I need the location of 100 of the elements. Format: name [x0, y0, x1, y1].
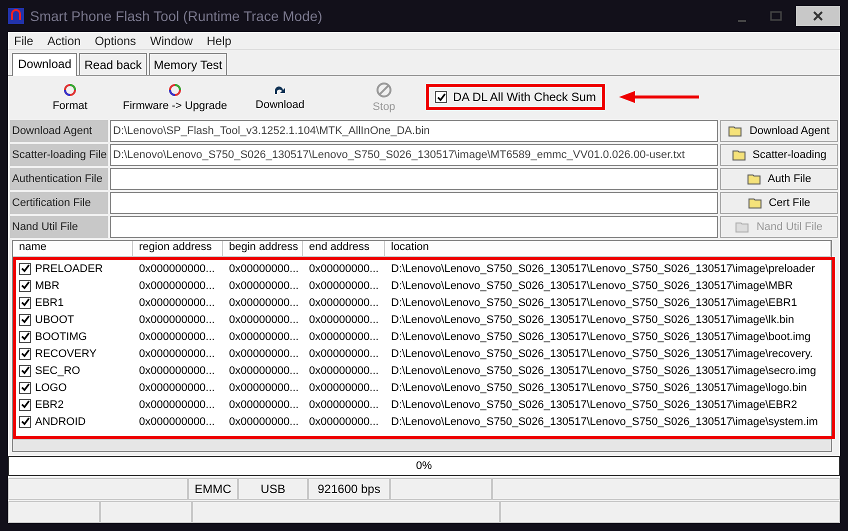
- browse-button[interactable]: Scatter-loading: [720, 144, 838, 166]
- table-cell: LOGO: [35, 382, 67, 394]
- checkbox[interactable]: [19, 364, 31, 376]
- table-cell: 0x00000000...: [229, 348, 299, 360]
- checkbox[interactable]: [19, 398, 31, 410]
- close-icon: [813, 11, 823, 21]
- browse-button[interactable]: Cert File: [720, 192, 838, 214]
- table-cell: D:\Lenovo\Lenovo_S750_S026_130517\Lenovo_S750_S026_130517\image\recovery.: [391, 348, 813, 360]
- table-cell: RECOVERY: [35, 348, 97, 360]
- table-cell: BOOTIMG: [35, 330, 87, 342]
- checkbox[interactable]: [19, 296, 31, 308]
- menu-item[interactable]: Action: [47, 34, 81, 48]
- checkbox[interactable]: [19, 330, 31, 342]
- stop-icon: [376, 82, 392, 98]
- toolbar-button[interactable]: Download: [228, 84, 332, 110]
- app-icon: [8, 8, 24, 24]
- horizontal-scrollbar[interactable]: [13, 439, 831, 451]
- folder-icon: [735, 221, 752, 233]
- status-cell: USB: [238, 478, 308, 500]
- field-label: Certification File: [10, 192, 108, 214]
- table-cell: 0x000000000...: [139, 262, 215, 274]
- table-cell: 0x00000000...: [229, 280, 299, 292]
- table-cell: D:\Lenovo\Lenovo_S750_S026_130517\Lenovo_S750_S026_130517\image\lk.bin: [391, 314, 794, 326]
- table-cell: D:\Lenovo\Lenovo_S750_S026_130517\Lenovo_S750_S026_130517\image\system.im: [391, 416, 818, 428]
- table-cell: 0x00000000...: [309, 348, 379, 360]
- column-header[interactable]: name: [13, 241, 133, 257]
- table-cell: ANDROID: [35, 416, 86, 428]
- table-cell: EBR2: [35, 398, 64, 410]
- tab[interactable]: Download: [12, 53, 78, 76]
- table-cell: 0x00000000...: [229, 314, 299, 326]
- menu-item[interactable]: Help: [206, 34, 232, 48]
- toolbar-button[interactable]: Format: [18, 82, 122, 112]
- browse-button[interactable]: Auth File: [720, 168, 838, 190]
- file-path-field[interactable]: [110, 168, 718, 190]
- table-cell: SEC_RO: [35, 364, 80, 376]
- table-cell: 0x00000000...: [309, 330, 379, 342]
- table-cell: 0x00000000...: [309, 416, 379, 428]
- minimize-icon: [738, 20, 746, 22]
- browse-button[interactable]: Download Agent: [720, 120, 838, 142]
- table-cell: 0x000000000...: [139, 382, 215, 394]
- field-label: Authentication File: [10, 168, 108, 190]
- menu-item[interactable]: Window: [150, 34, 193, 48]
- table-cell: UBOOT: [35, 314, 74, 326]
- checkbox[interactable]: [19, 314, 31, 326]
- close-button[interactable]: [796, 6, 840, 26]
- window-title: Smart Phone Flash Tool (Runtime Trace Mode): [30, 8, 324, 24]
- table-cell: 0x00000000...: [309, 296, 379, 308]
- file-path-field[interactable]: D:\Lenovo\SP_Flash_Tool_v3.1252.1.104\MTK_AllInOne_DA.bin: [110, 120, 718, 142]
- table-cell: 0x00000000...: [309, 382, 379, 394]
- column-header[interactable]: begin address: [223, 241, 303, 257]
- table-cell: PRELOADER: [35, 262, 103, 274]
- checkbox[interactable]: [19, 348, 31, 360]
- file-path-field[interactable]: [110, 216, 718, 238]
- folder-icon: [746, 173, 763, 185]
- tab[interactable]: Memory Test: [148, 53, 228, 75]
- table-cell: MBR: [35, 280, 60, 292]
- file-path-field[interactable]: D:\Lenovo\Lenovo_S750_S026_130517\Lenovo_S750_S026_130517\image\MT6589_emmc_VV01.0.026.00-user.txt: [110, 144, 718, 166]
- field-label: Nand Util File: [10, 216, 108, 238]
- table-cell: D:\Lenovo\Lenovo_S750_S026_130517\Lenovo_S750_S026_130517\image\EBR1: [391, 296, 798, 308]
- redo-arrow-icon: [273, 84, 287, 96]
- table-cell: 0x000000000...: [139, 364, 215, 376]
- table-cell: 0x00000000...: [229, 330, 299, 342]
- field-label: Download Agent: [10, 120, 108, 142]
- column-header[interactable]: location: [385, 241, 831, 257]
- menu-item[interactable]: Options: [94, 34, 136, 48]
- table-cell: 0x00000000...: [229, 364, 299, 376]
- table-cell: 0x00000000...: [229, 416, 299, 428]
- table-cell: 0x000000000...: [139, 348, 215, 360]
- table-cell: 0x00000000...: [309, 314, 379, 326]
- table-cell: 0x00000000...: [229, 262, 299, 274]
- column-header[interactable]: end address: [303, 241, 385, 257]
- check-icon: [436, 92, 446, 102]
- folder-icon: [732, 149, 748, 161]
- table-cell: EBR1: [35, 296, 64, 308]
- table-cell: D:\Lenovo\Lenovo_S750_S026_130517\Lenovo_S750_S026_130517\image\EBR2: [391, 398, 798, 410]
- checksum-checkbox[interactable]: DA DL All With Check Sum: [426, 84, 605, 110]
- column-header[interactable]: region address: [133, 241, 223, 257]
- menu-item[interactable]: File: [14, 34, 34, 48]
- tab[interactable]: Read back: [79, 53, 147, 75]
- table-cell: D:\Lenovo\Lenovo_S750_S026_130517\Lenovo_S750_S026_130517\image\boot.img: [391, 330, 811, 342]
- file-path-field[interactable]: [110, 192, 718, 214]
- progress-text: 0%: [416, 460, 432, 472]
- table-cell: 0x000000000...: [139, 296, 215, 308]
- status-cell: 921600 bps: [308, 478, 390, 500]
- checkbox[interactable]: [19, 382, 31, 394]
- checkbox[interactable]: [19, 416, 31, 428]
- table-cell: 0x00000000...: [229, 398, 299, 410]
- toolbar-button[interactable]: Firmware -> Upgrade: [122, 82, 228, 112]
- checkbox[interactable]: [19, 280, 31, 292]
- table-cell: D:\Lenovo\Lenovo_S750_S026_130517\Lenovo_S750_S026_130517\image\MBR: [391, 280, 793, 292]
- folder-icon: [748, 197, 764, 209]
- table-cell: D:\Lenovo\Lenovo_S750_S026_130517\Lenovo_S750_S026_130517\image\preloader: [391, 262, 815, 274]
- table-cell: 0x000000000...: [139, 280, 215, 292]
- table-cell: 0x00000000...: [309, 364, 379, 376]
- table-cell: 0x000000000...: [139, 314, 215, 326]
- table-cell: 0x00000000...: [229, 296, 299, 308]
- cycle-icon: [63, 82, 77, 96]
- table-cell: 0x00000000...: [229, 382, 299, 394]
- checkbox[interactable]: [19, 262, 31, 274]
- table-cell: 0x00000000...: [309, 262, 379, 274]
